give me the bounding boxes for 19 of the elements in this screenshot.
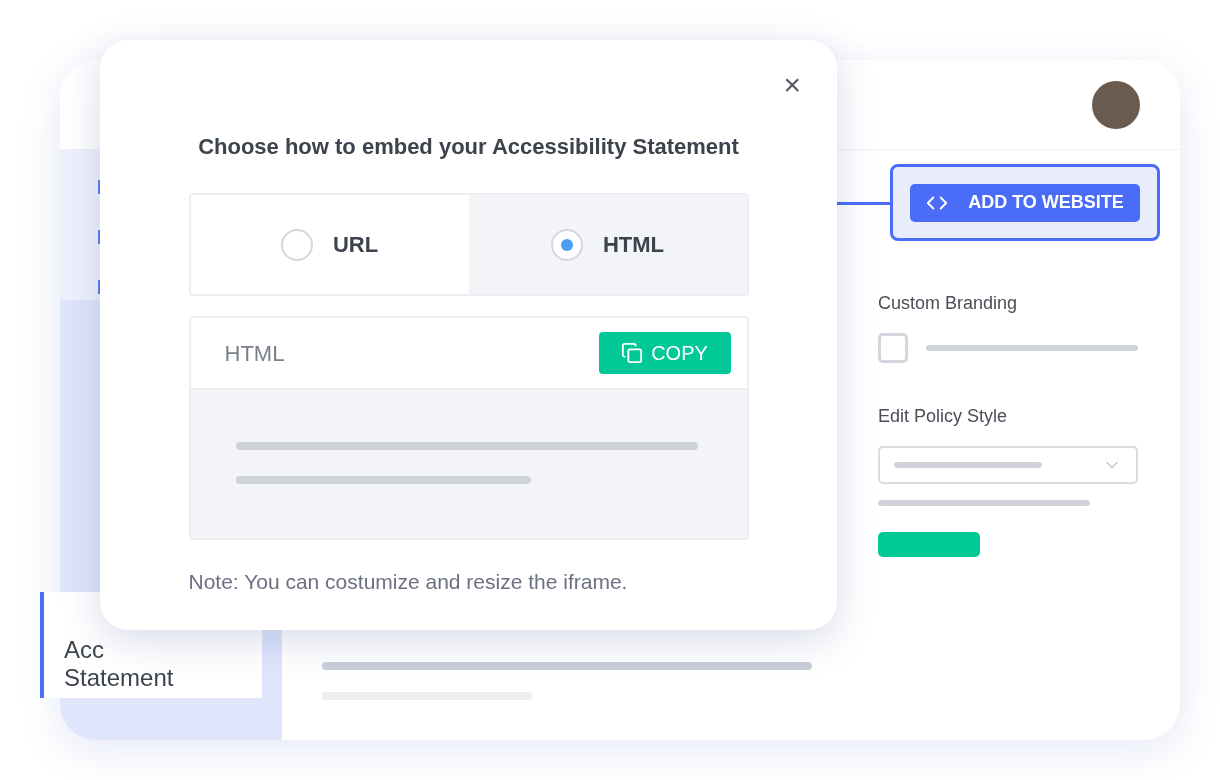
add-to-website-button[interactable]: ADD TO WEBSITE	[910, 183, 1140, 222]
option-label: URL	[332, 231, 379, 259]
sidebar-item-label: Acc	[64, 636, 105, 664]
branding-checkbox[interactable]	[878, 333, 908, 363]
dialog-note: Note: You can costumize and resize the iframe.	[188, 569, 629, 595]
radio-button[interactable]	[550, 228, 583, 261]
copy-icon	[621, 342, 644, 364]
radio-button[interactable]	[280, 228, 313, 261]
dialog-title: Choose how to embed your Accessibility Statement	[198, 133, 739, 161]
edit-policy-style-label: Edit Policy Style	[878, 405, 1009, 428]
code-panel-label: HTML	[224, 339, 285, 368]
custom-branding-label: Custom Branding	[878, 292, 1019, 315]
sidebar-item-label: Statement	[64, 664, 175, 692]
save-button[interactable]	[878, 532, 980, 557]
avatar[interactable]	[1092, 80, 1140, 129]
option-label: HTML	[602, 231, 665, 259]
embed-option[interactable]: HTML	[468, 195, 747, 294]
style-dropdown[interactable]	[878, 446, 1138, 484]
close-button[interactable]: ×	[783, 70, 801, 100]
